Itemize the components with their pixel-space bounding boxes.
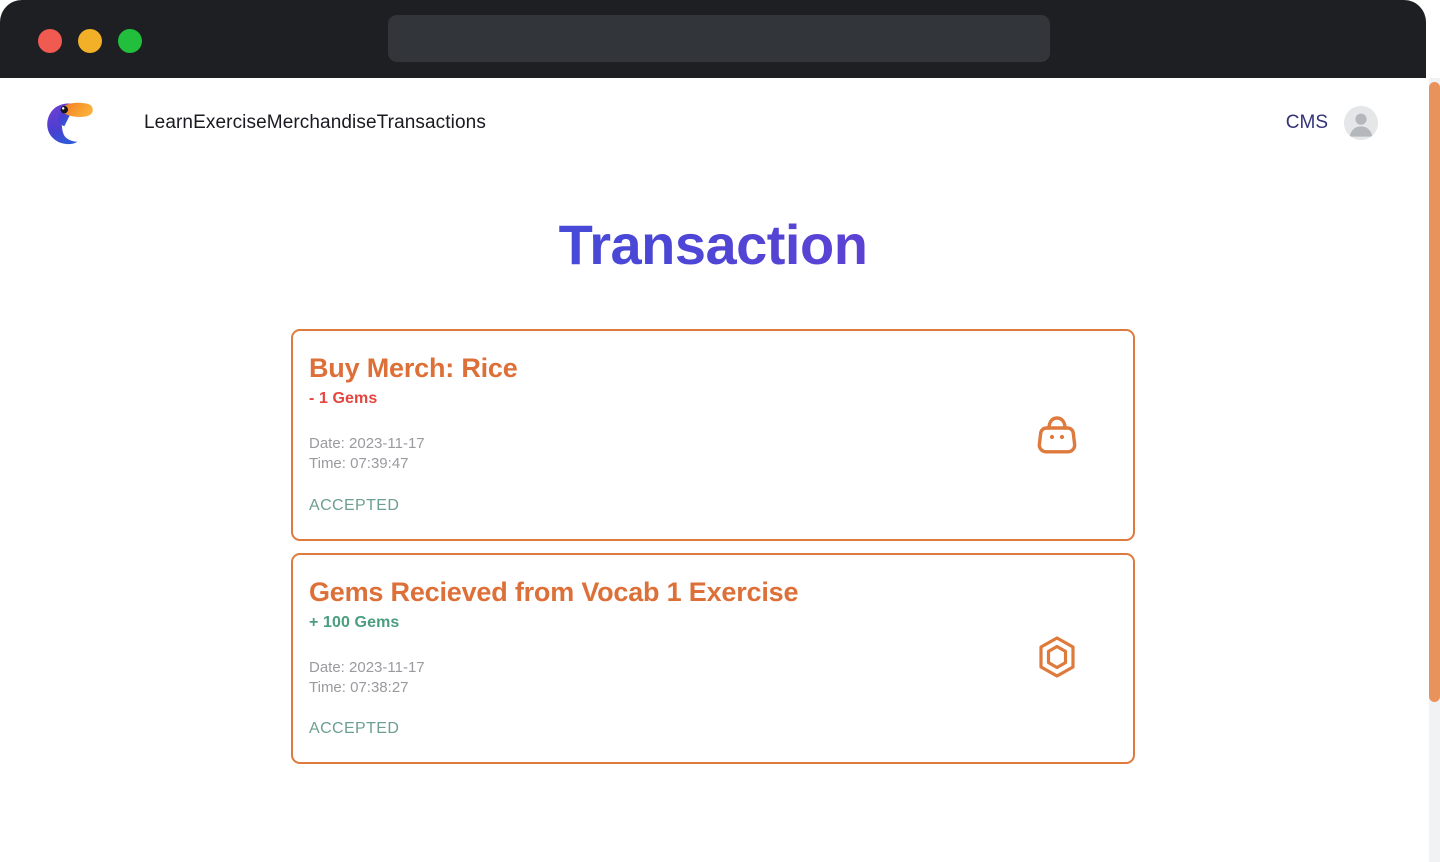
shopping-bag-icon [1037,416,1077,454]
minimize-window-button[interactable] [78,29,102,53]
nav-link-merchandise[interactable]: Merchandise [267,106,377,140]
transaction-list: Buy Merch: Rice - 1 Gems Date: 2023-11-1… [291,329,1135,765]
transaction-details: Gems Recieved from Vocab 1 Exercise + 10… [309,577,1033,739]
transaction-status: ACCEPTED [309,496,400,514]
main-navbar: Learn Exercise Merchandise Transactions … [0,78,1426,168]
navbar-right-group: CMS [1286,106,1378,140]
transaction-card[interactable]: Gems Recieved from Vocab 1 Exercise + 10… [291,552,1135,765]
transaction-title: Gems Recieved from Vocab 1 Exercise [309,576,799,607]
transaction-meta: Date: 2023-11-17 Time: 07:39:47 [309,434,1033,475]
avatar[interactable] [1344,106,1378,140]
toucan-logo-icon[interactable] [44,97,96,149]
transaction-amount: - 1 Gems [309,390,378,408]
traffic-lights [38,29,142,53]
transaction-status: ACCEPTED [309,720,400,738]
maximize-window-button[interactable] [118,29,142,53]
nav-links: Learn Exercise Merchandise Transactions [144,106,486,140]
transaction-time: Time: 07:39:47 [309,455,409,473]
browser-chrome [0,0,1426,78]
transaction-time: Time: 07:38:27 [309,678,409,696]
nav-link-transactions[interactable]: Transactions [377,106,486,140]
close-window-button[interactable] [38,29,62,53]
transaction-date: Date: 2023-11-17 [309,435,425,453]
page-content: Learn Exercise Merchandise Transactions … [0,78,1426,862]
page-title: Transaction [0,212,1426,277]
app-window: Learn Exercise Merchandise Transactions … [0,0,1440,862]
page-scrollbar-thumb[interactable] [1429,82,1440,702]
address-bar-input[interactable] [388,15,1050,62]
transaction-title: Buy Merch: Rice [309,353,518,383]
transaction-meta: Date: 2023-11-17 Time: 07:38:27 [309,658,1033,699]
transaction-amount: + 100 Gems [309,613,400,631]
nav-link-exercise[interactable]: Exercise [193,106,267,140]
transaction-date: Date: 2023-11-17 [309,658,425,676]
gem-hexagon-icon [1039,636,1075,678]
nav-link-learn[interactable]: Learn [144,106,193,140]
transaction-details: Buy Merch: Rice - 1 Gems Date: 2023-11-1… [309,353,1033,515]
transaction-card[interactable]: Buy Merch: Rice - 1 Gems Date: 2023-11-1… [291,329,1135,541]
cms-link[interactable]: CMS [1286,112,1328,134]
